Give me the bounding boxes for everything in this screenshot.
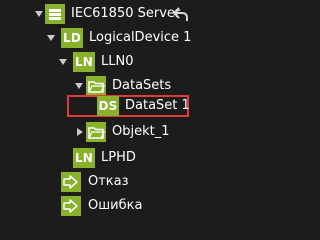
- expand-arrow-icon[interactable]: [35, 11, 43, 17]
- tree-label-logical-device: LogicalDevice 1: [89, 30, 192, 45]
- folder-icon: [86, 76, 106, 96]
- folder-icon: [86, 122, 106, 142]
- tree-row-oshibka[interactable]: Ошибка: [0, 196, 246, 216]
- tree-row-objekt-1[interactable]: Objekt_1: [0, 122, 246, 142]
- tree-label-lphd: LPHD: [101, 150, 136, 165]
- tree-label-objekt-1: Objekt_1: [112, 124, 170, 139]
- server-icon: [45, 4, 65, 24]
- expand-arrow-icon[interactable]: [47, 35, 55, 41]
- tree-label-oshibka: Ошибка: [88, 198, 143, 213]
- expand-arrow-icon[interactable]: [75, 83, 83, 89]
- expand-arrow-icon[interactable]: [59, 59, 67, 65]
- undo-arrow-icon[interactable]: [170, 4, 190, 24]
- tree-row-dataset-1[interactable]: DS DataSet 1: [0, 96, 246, 116]
- tree-label-ln0: LLN0: [101, 54, 134, 69]
- ds-badge: DS: [97, 96, 119, 116]
- tree-label-otkaz: Отказ: [88, 174, 129, 189]
- ln-badge: LN: [73, 52, 95, 72]
- collapse-arrow-icon[interactable]: [77, 128, 83, 136]
- tree-row-datasets[interactable]: DataSets: [0, 76, 246, 96]
- tree-label-dataset-1: DataSet 1: [125, 98, 190, 113]
- ld-badge: LD: [61, 28, 83, 48]
- signal-output-icon: [61, 172, 81, 192]
- tree-row-ln0[interactable]: LN LLN0: [0, 52, 246, 72]
- tree-row-logical-device[interactable]: LD LogicalDevice 1: [0, 28, 246, 48]
- tree-row-server[interactable]: IEC61850 Server: [0, 4, 246, 24]
- tree-row-lphd[interactable]: LN LPHD: [0, 148, 246, 168]
- tree-row-otkaz[interactable]: Отказ: [0, 172, 246, 192]
- tree-label-datasets: DataSets: [112, 78, 172, 93]
- ln-badge: LN: [73, 148, 95, 168]
- tree-label-server: IEC61850 Server: [71, 6, 181, 21]
- signal-output-icon: [61, 196, 81, 216]
